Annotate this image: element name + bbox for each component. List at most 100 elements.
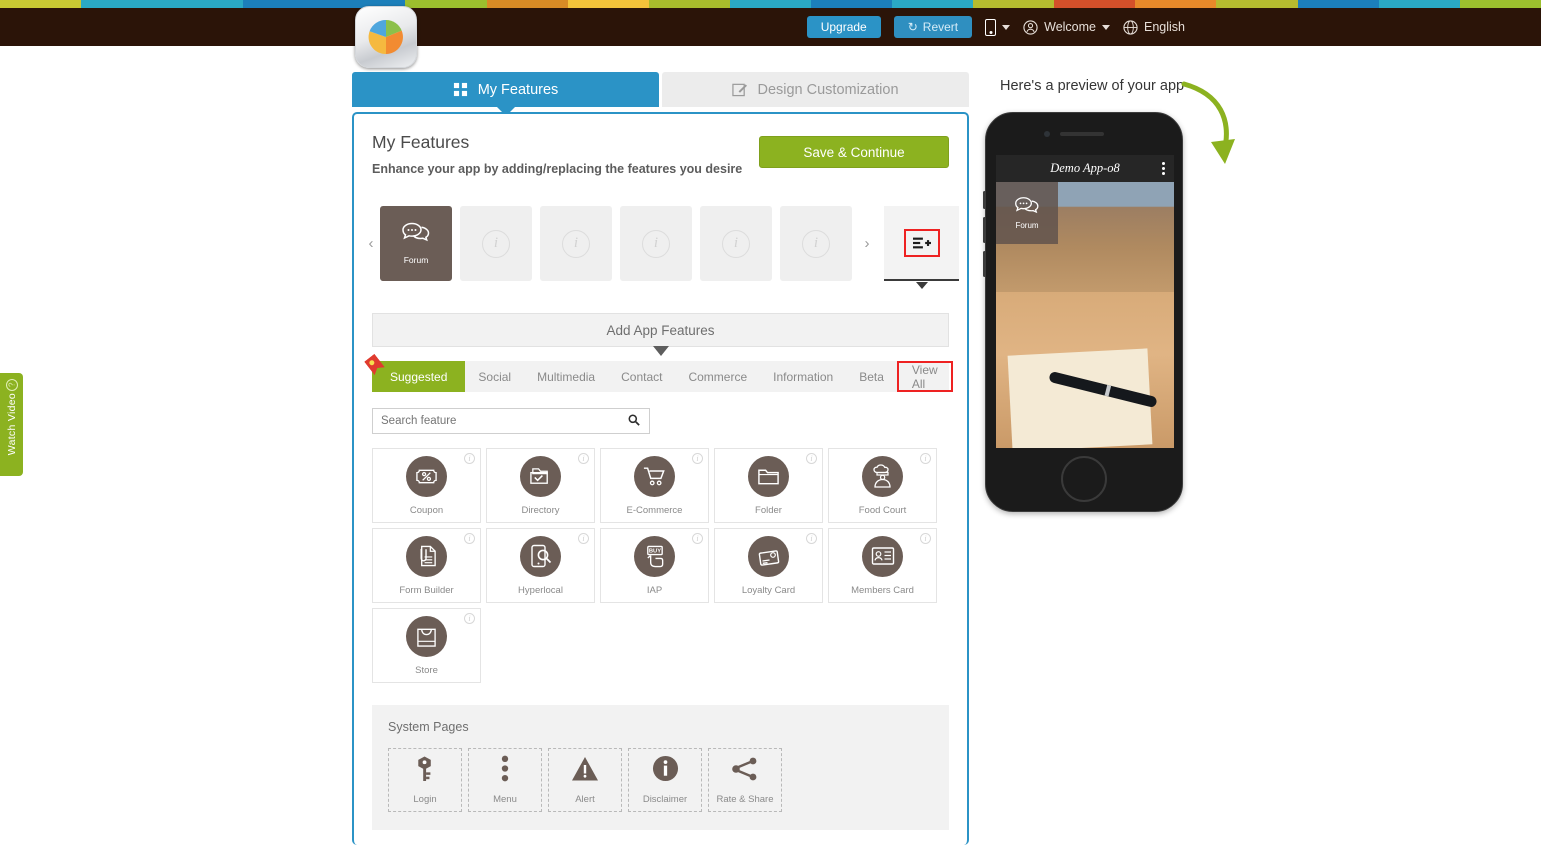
tab-my-features[interactable]: My Features — [352, 72, 659, 116]
feature-card-food-court[interactable]: i Food Court — [828, 448, 937, 523]
chat-bubbles-icon — [1015, 197, 1039, 214]
carousel-empty-slot[interactable]: i — [620, 206, 692, 281]
system-page-label: Disclaimer — [642, 794, 688, 805]
user-avatar-icon — [1023, 19, 1038, 35]
watch-video-tab[interactable]: ? Watch Video — [0, 373, 23, 476]
category-tab-information[interactable]: Information — [760, 361, 846, 392]
feature-card-store[interactable]: i Store — [372, 608, 481, 683]
phone-volume-up-button — [983, 217, 986, 243]
feature-card-coupon[interactable]: i Coupon — [372, 448, 481, 523]
revert-button[interactable]: ↻ Revert — [893, 16, 973, 38]
feature-card-loyalty-card[interactable]: i Loyalty Card — [714, 528, 823, 603]
save-and-continue-button[interactable]: Save & Continue — [759, 136, 949, 168]
system-page-disclaimer[interactable]: Disclaimer — [628, 748, 702, 812]
system-page-label: Menu — [493, 794, 517, 805]
carousel-empty-slot[interactable]: i — [700, 206, 772, 281]
kebab-menu-icon[interactable] — [1162, 162, 1165, 175]
system-page-alert[interactable]: Alert — [548, 748, 622, 812]
info-circle-icon[interactable]: i — [464, 533, 475, 544]
category-tab-multimedia[interactable]: Multimedia — [524, 361, 608, 392]
list-plus-icon — [903, 228, 940, 257]
carousel-prev-arrow[interactable]: ‹ — [362, 235, 380, 252]
feature-card-directory[interactable]: i Directory — [486, 448, 595, 523]
info-circle-icon[interactable]: i — [578, 533, 589, 544]
feature-card-label: IAP — [646, 584, 663, 596]
feature-grid: i Coupon i Directory i E-Commerce i Folder i Food… — [372, 448, 949, 683]
loyalty-card-icon — [748, 535, 789, 577]
buy-hand-icon: BUY — [634, 535, 675, 577]
category-tab-suggested[interactable]: Suggested — [372, 361, 466, 392]
category-tab-beta[interactable]: Beta — [846, 361, 897, 392]
feature-card-members-card[interactable]: i Members Card — [828, 528, 937, 603]
info-circle-icon[interactable]: i — [464, 453, 475, 464]
feature-card-hyperlocal[interactable]: i Hyperlocal — [486, 528, 595, 603]
feature-card-folder[interactable]: i Folder — [714, 448, 823, 523]
carousel-tile-forum[interactable]: Forum — [380, 206, 452, 281]
watch-video-label: Watch Video — [5, 393, 18, 456]
category-tab-commerce[interactable]: Commerce — [675, 361, 760, 392]
language-selector[interactable]: English — [1123, 19, 1185, 35]
system-page-rate-share[interactable]: Rate & Share — [708, 748, 782, 812]
category-tab-view-all[interactable]: View All — [896, 361, 953, 392]
shopping-bag-icon — [406, 615, 447, 657]
preview-forum-tile[interactable]: Forum — [996, 182, 1058, 244]
category-tab-label: Information — [773, 369, 834, 384]
feature-card-label: Store — [415, 664, 438, 676]
phone-preview: Demo App-o8 Forum — [983, 112, 1183, 512]
app-logo[interactable] — [355, 6, 417, 68]
stripe-segment — [0, 0, 82, 8]
upgrade-button[interactable]: Upgrade — [806, 16, 881, 38]
feature-card-label: Loyalty Card — [741, 584, 796, 596]
info-circle-icon[interactable]: i — [464, 613, 475, 624]
phone-camera-dot — [1044, 131, 1050, 137]
phone-volume-down-button — [983, 251, 986, 277]
stripe-segment — [1297, 0, 1379, 8]
phone-home-button — [1061, 456, 1107, 502]
system-page-login[interactable]: Login — [388, 748, 462, 812]
feature-card-label: Hyperlocal — [518, 584, 563, 596]
carousel-next-arrow[interactable]: › — [858, 235, 876, 252]
category-tab-contact[interactable]: Contact — [608, 361, 675, 392]
main-tabs: My Features Design Customization — [352, 72, 969, 116]
category-tab-label: View All — [911, 362, 938, 391]
carousel-empty-slot[interactable]: i — [540, 206, 612, 281]
search-icon[interactable] — [628, 414, 649, 429]
carousel-empty-slot[interactable]: i — [460, 206, 532, 281]
info-circle-icon[interactable]: i — [692, 453, 703, 464]
info-circle-icon[interactable]: i — [806, 533, 817, 544]
system-page-menu[interactable]: Menu — [468, 748, 542, 812]
search-feature-box[interactable] — [372, 408, 650, 434]
info-circle-icon[interactable]: i — [920, 453, 931, 464]
stripe-segment — [648, 0, 730, 8]
info-circle-icon: i — [802, 229, 830, 258]
search-input[interactable] — [373, 415, 628, 427]
stripe-segment — [486, 0, 568, 8]
welcome-menu[interactable]: Welcome — [1023, 19, 1110, 35]
feature-card-label: Food Court — [858, 504, 907, 516]
stripe-segment — [81, 0, 163, 8]
tab-design-customization[interactable]: Design Customization — [662, 72, 969, 107]
chat-bubbles-icon — [401, 222, 431, 249]
info-circle-icon[interactable]: i — [920, 533, 931, 544]
info-circle-icon[interactable]: i — [578, 453, 589, 464]
carousel-empty-slot[interactable]: i — [780, 206, 852, 281]
feature-category-tabs: Suggested Social Multimedia Contact Commerce… — [372, 361, 953, 392]
feature-card-label: Directory — [521, 504, 560, 516]
device-selector[interactable] — [985, 18, 1011, 36]
info-circle-icon[interactable]: i — [692, 533, 703, 544]
info-circle-icon[interactable]: i — [806, 453, 817, 464]
feature-card-iap[interactable]: i BUY IAP — [600, 528, 709, 603]
category-tab-social[interactable]: Social — [465, 361, 524, 392]
add-app-features-bar[interactable]: Add App Features — [372, 313, 949, 356]
add-feature-button[interactable] — [884, 206, 959, 281]
phone-screen: Demo App-o8 Forum — [996, 155, 1174, 448]
phone-volume-button — [983, 191, 986, 209]
feature-card-e-commerce[interactable]: i E-Commerce — [600, 448, 709, 523]
pencil-square-icon — [732, 83, 748, 97]
stripe-segment — [1054, 0, 1136, 8]
category-tab-label: Beta — [859, 369, 884, 384]
kebab-menu-icon — [500, 755, 510, 787]
feature-card-form-builder[interactable]: i Form Builder — [372, 528, 481, 603]
chef-icon — [862, 455, 903, 497]
info-circle-filled-icon — [652, 755, 679, 787]
